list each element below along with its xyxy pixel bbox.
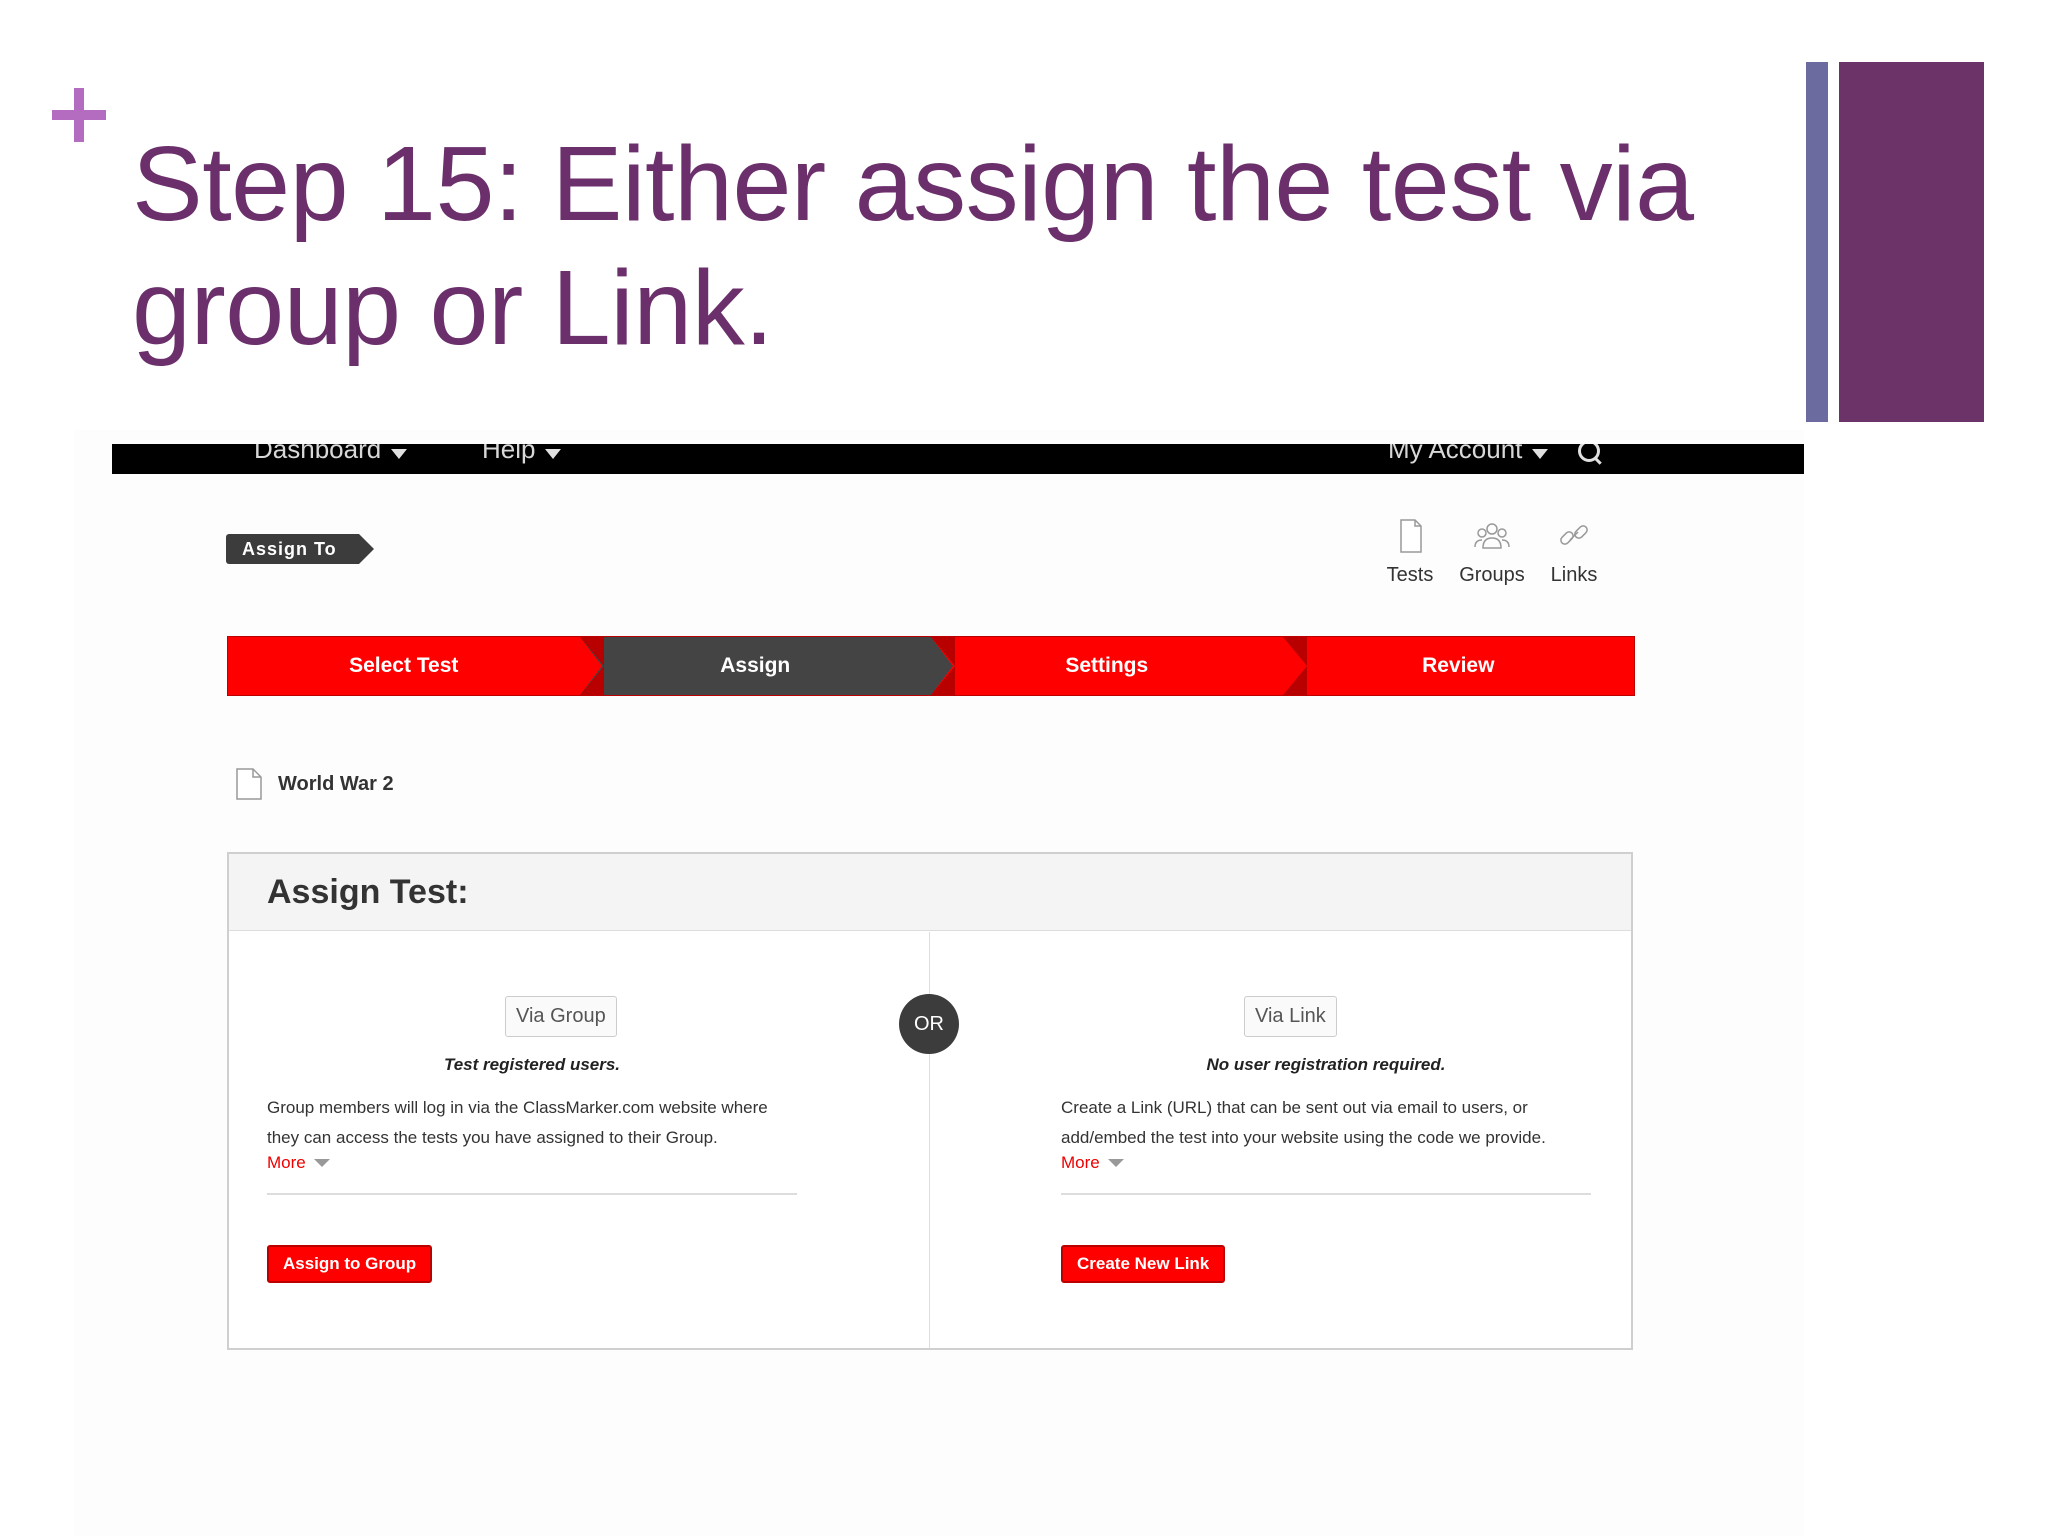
via-link-column: Via Link No user registration required. … bbox=[1061, 932, 1591, 1283]
via-link-more-link[interactable]: More bbox=[1061, 1153, 1591, 1173]
chevron-down-icon bbox=[1532, 448, 1549, 459]
step-assign[interactable]: Assign bbox=[579, 637, 953, 695]
document-icon bbox=[236, 768, 262, 800]
more-label: More bbox=[267, 1153, 306, 1172]
quick-link-tests[interactable]: Tests bbox=[1380, 516, 1440, 587]
step-settings[interactable]: Settings bbox=[931, 637, 1304, 695]
quick-link-tests-label: Tests bbox=[1386, 564, 1434, 586]
quick-link-groups-label: Groups bbox=[1459, 564, 1525, 586]
nav-my-account[interactable]: My Account bbox=[1388, 444, 1549, 465]
test-name: World War 2 bbox=[278, 772, 394, 795]
decorative-bar-thick bbox=[1839, 62, 1984, 422]
step-label: Review bbox=[1422, 654, 1495, 677]
via-group-column: Via Group Test registered users. Group m… bbox=[267, 932, 797, 1283]
more-label: More bbox=[1061, 1153, 1100, 1172]
chevron-down-icon bbox=[1107, 1159, 1124, 1167]
divider bbox=[267, 1193, 797, 1195]
step-progress-bar: Select Test Assign Settings Review bbox=[227, 636, 1635, 696]
step-review[interactable]: Review bbox=[1282, 637, 1634, 695]
link-icon bbox=[1560, 525, 1588, 545]
assign-to-group-button[interactable]: Assign to Group bbox=[267, 1245, 433, 1283]
groups-icon bbox=[1474, 523, 1510, 549]
slide-title: Step 15: Either assign the test via grou… bbox=[132, 125, 1694, 367]
document-icon bbox=[1400, 519, 1422, 553]
nav-my-account-label: My Account bbox=[1388, 444, 1523, 464]
panel-title: Assign Test: bbox=[229, 854, 1631, 931]
step-label: Assign bbox=[720, 654, 791, 677]
assign-test-panel: Assign Test: OR Via Group Test registere… bbox=[227, 852, 1633, 1350]
create-new-link-button[interactable]: Create New Link bbox=[1061, 1245, 1226, 1283]
quick-link-groups[interactable]: Groups bbox=[1459, 516, 1525, 587]
via-link-description: Create a Link (URL) that can be sent out… bbox=[1061, 1098, 1546, 1147]
assign-to-label: Assign To bbox=[226, 534, 374, 564]
nav-help[interactable]: Help bbox=[482, 444, 562, 465]
search-icon[interactable] bbox=[1578, 444, 1600, 462]
via-link-tag: Via Link bbox=[1244, 996, 1337, 1037]
step-select-test[interactable]: Select Test bbox=[228, 637, 601, 695]
step-label: Select Test bbox=[349, 654, 459, 677]
step-label: Settings bbox=[1065, 654, 1149, 677]
nav-dashboard[interactable]: Dashboard bbox=[254, 444, 408, 465]
chevron-down-icon bbox=[391, 448, 408, 459]
nav-help-label: Help bbox=[482, 444, 536, 464]
quick-link-links[interactable]: Links bbox=[1544, 516, 1604, 587]
quick-link-links-label: Links bbox=[1550, 564, 1598, 586]
selected-test: World War 2 bbox=[236, 768, 394, 800]
nav-dashboard-label: Dashboard bbox=[254, 444, 382, 464]
quick-links: Tests Groups Links bbox=[1380, 516, 1604, 587]
via-group-more-link[interactable]: More bbox=[267, 1153, 797, 1173]
screenshot-region: Dashboard Help My Account Assign To Test… bbox=[74, 430, 1804, 1536]
chevron-down-icon bbox=[545, 448, 562, 459]
via-link-subtitle: No user registration required. bbox=[1206, 1055, 1446, 1074]
plus-icon bbox=[52, 88, 106, 142]
divider bbox=[1061, 1193, 1591, 1195]
via-group-description: Group members will log in via the ClassM… bbox=[267, 1098, 768, 1147]
or-badge: OR bbox=[899, 994, 959, 1054]
chevron-down-icon bbox=[313, 1159, 330, 1167]
decorative-bar-thin bbox=[1806, 62, 1828, 422]
via-group-tag: Via Group bbox=[505, 996, 617, 1037]
top-navigation-bar: Dashboard Help My Account bbox=[112, 444, 1804, 474]
via-group-subtitle: Test registered users. bbox=[443, 1055, 621, 1074]
